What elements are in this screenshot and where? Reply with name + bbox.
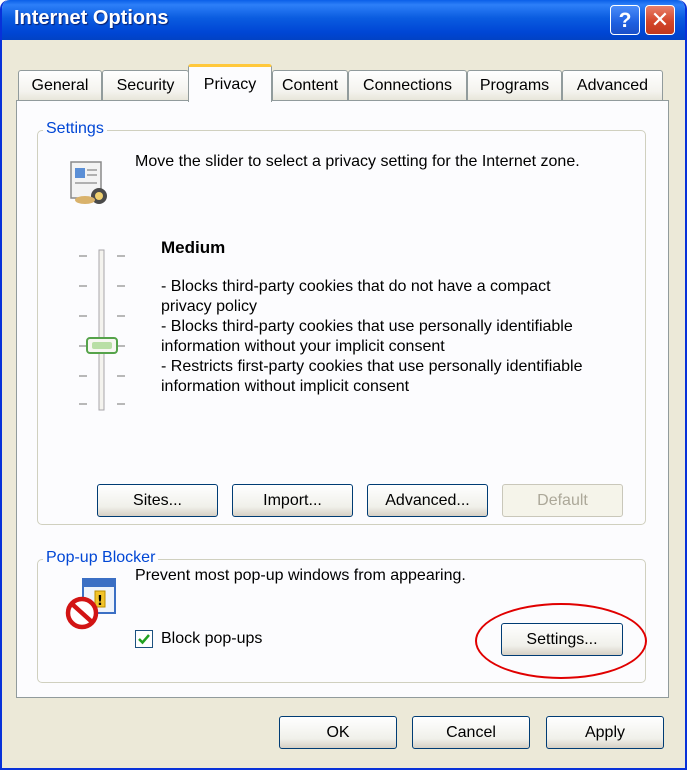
privacy-icon bbox=[65, 158, 115, 208]
level-description-line: - Blocks third-party cookies that use pe… bbox=[161, 318, 573, 335]
level-description-line: - Restricts first-party cookies that use… bbox=[161, 358, 583, 375]
title-bar[interactable]: Internet Options ? ✕ bbox=[2, 0, 685, 40]
popup-blocker-icon: ! bbox=[65, 575, 121, 631]
settings-description: Move the slider to select a privacy sett… bbox=[135, 153, 580, 170]
tab-connections[interactable]: Connections bbox=[348, 70, 467, 100]
internet-options-window: Internet Options ? ✕ General Security Pr… bbox=[0, 0, 687, 770]
apply-button[interactable]: Apply bbox=[546, 716, 664, 749]
tab-advanced[interactable]: Advanced bbox=[562, 70, 663, 100]
level-description-line: information without your implicit consen… bbox=[161, 338, 445, 355]
level-description-line: - Blocks third-party cookies that do not… bbox=[161, 278, 551, 295]
tab-content[interactable]: Content bbox=[272, 70, 348, 100]
ok-button[interactable]: OK bbox=[279, 716, 397, 749]
sites-button[interactable]: Sites... bbox=[97, 484, 218, 517]
popup-blocker-description: Prevent most pop-up windows from appeari… bbox=[135, 567, 466, 584]
tab-programs[interactable]: Programs bbox=[467, 70, 562, 100]
privacy-tab-panel: Settings Move the slider to select a pri… bbox=[16, 100, 669, 698]
close-button[interactable]: ✕ bbox=[645, 5, 675, 35]
help-icon: ? bbox=[618, 8, 632, 32]
advanced-button[interactable]: Advanced... bbox=[367, 484, 488, 517]
level-description-line: privacy policy bbox=[161, 298, 258, 315]
default-button[interactable]: Default bbox=[502, 484, 623, 517]
close-icon: ✕ bbox=[650, 7, 670, 32]
privacy-level-title: Medium bbox=[161, 238, 226, 257]
help-button[interactable]: ? bbox=[610, 5, 640, 35]
checkmark-icon bbox=[138, 634, 150, 645]
svg-text:!: ! bbox=[97, 594, 103, 609]
level-description-line: information without implicit consent bbox=[161, 378, 410, 395]
block-popups-checkbox[interactable] bbox=[135, 630, 153, 648]
privacy-level-slider[interactable] bbox=[65, 246, 145, 416]
import-button[interactable]: Import... bbox=[232, 484, 353, 517]
window-title: Internet Options bbox=[14, 7, 169, 29]
tab-general[interactable]: General bbox=[18, 70, 102, 100]
cancel-button[interactable]: Cancel bbox=[412, 716, 530, 749]
settings-group-legend: Settings bbox=[43, 120, 107, 138]
block-popups-label: Block pop-ups bbox=[161, 630, 263, 647]
highlight-ellipse bbox=[475, 603, 647, 679]
tab-privacy[interactable]: Privacy bbox=[188, 64, 272, 102]
slider-thumb[interactable] bbox=[86, 337, 118, 354]
popup-blocker-legend: Pop-up Blocker bbox=[43, 549, 159, 567]
tab-security[interactable]: Security bbox=[102, 70, 189, 100]
